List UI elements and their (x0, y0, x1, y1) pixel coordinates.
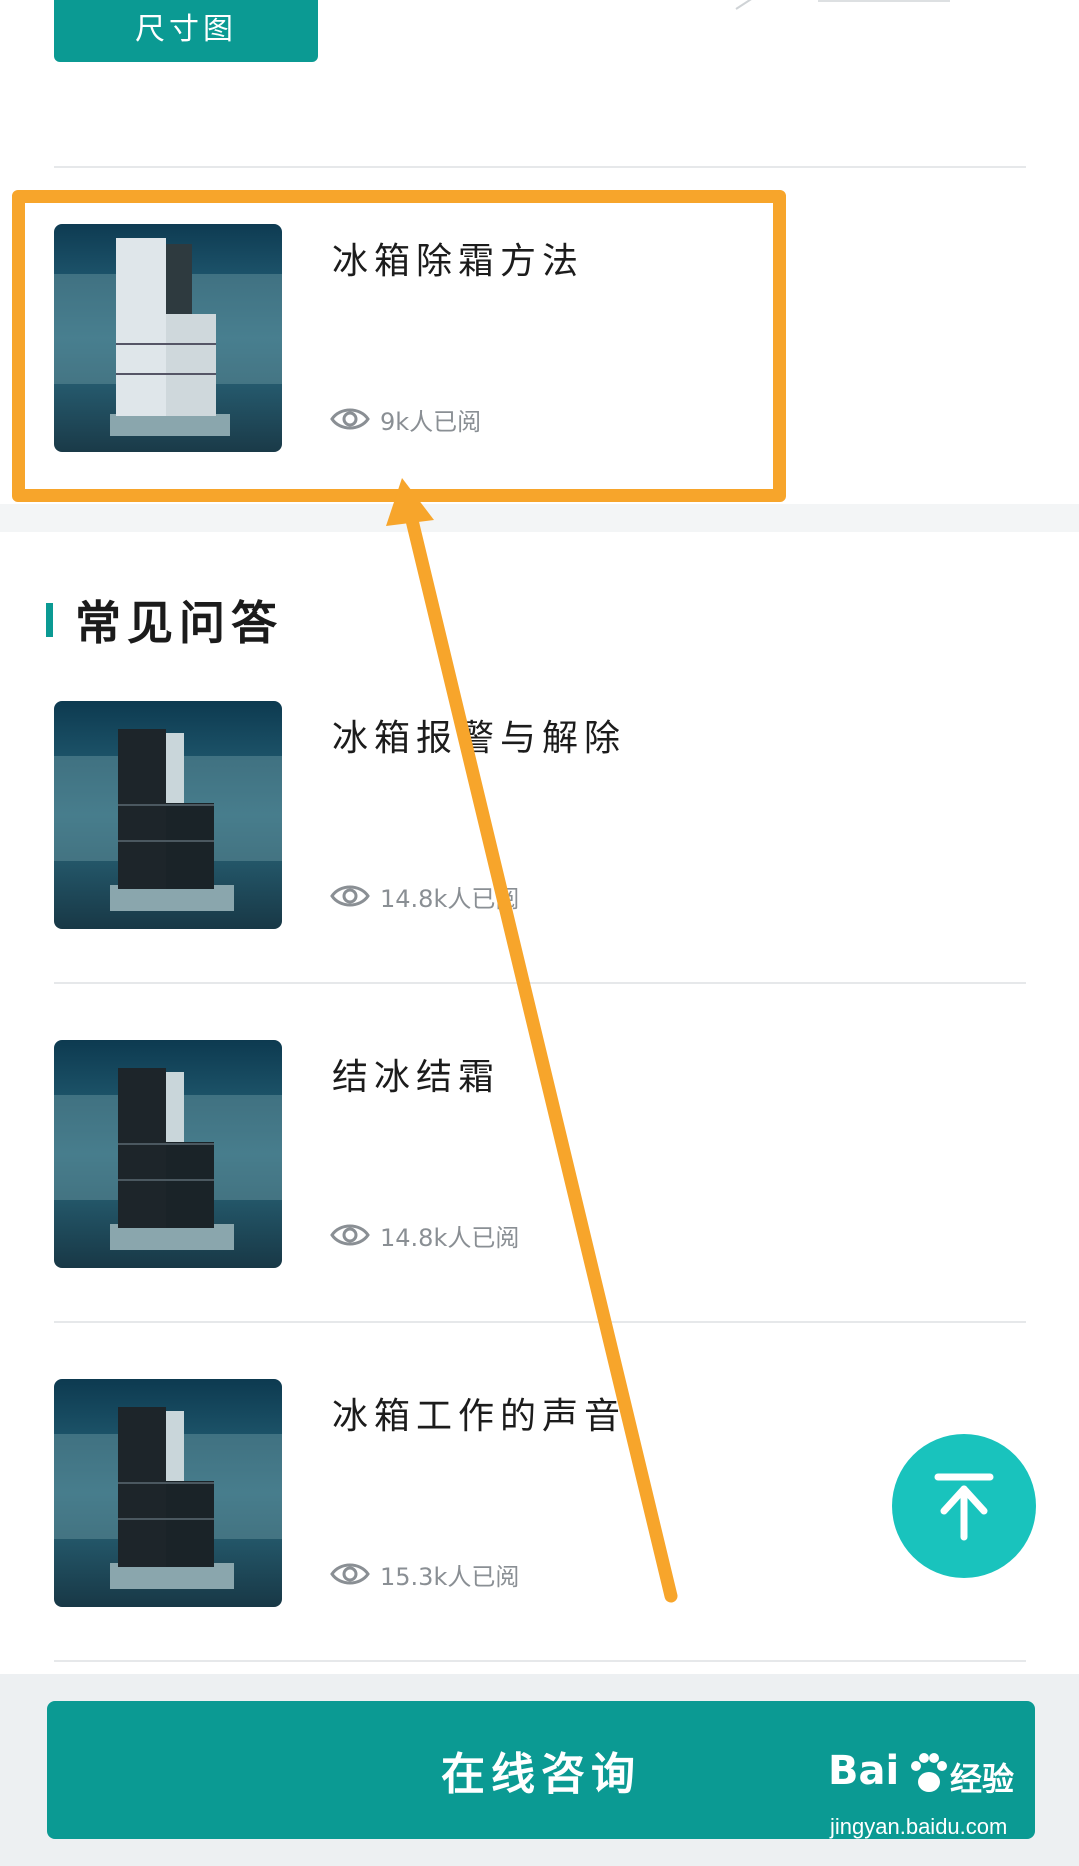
faq-item[interactable]: 冰箱报警与解除 14.8k人已阅 (54, 701, 1026, 929)
section-accent-bar (46, 603, 53, 637)
faq-item[interactable]: 冰箱工作的声音 15.3k人已阅 (54, 1379, 1026, 1607)
eye-icon (330, 408, 370, 430)
article-title: 冰箱除霜方法 (332, 241, 585, 282)
faq-item-title: 冰箱工作的声音 (332, 1396, 627, 1437)
view-count: 9k人已阅 (330, 402, 481, 436)
divider (54, 1660, 1026, 1662)
view-count-text: 14.8k人已阅 (380, 884, 520, 913)
eye-icon (330, 1563, 370, 1585)
fridge-thumbnail (54, 1040, 282, 1268)
divider (54, 982, 1026, 984)
decorative-line (735, 0, 786, 10)
eye-icon (330, 1224, 370, 1246)
baidu-jingyan-watermark: Bai 经验 jingyan.baidu.com (826, 1748, 1026, 1844)
watermark-brand: Bai (828, 1748, 900, 1794)
faq-item-title: 冰箱报警与解除 (332, 718, 627, 759)
back-to-top-button[interactable] (892, 1434, 1036, 1578)
divider (54, 166, 1026, 168)
view-count-text: 15.3k人已阅 (380, 1562, 520, 1591)
arrow-up-icon (934, 1473, 994, 1541)
featured-article-card[interactable]: 冰箱除霜方法 9k人已阅 (54, 224, 1026, 452)
decorative-line (818, 0, 950, 2)
section-title: 常见问答 (75, 596, 283, 650)
eye-icon (330, 885, 370, 907)
view-count: 15.3k人已阅 (330, 1557, 519, 1591)
section-header: 常见问答 (46, 590, 283, 650)
fridge-thumbnail (54, 1379, 282, 1607)
view-count: 14.8k人已阅 (330, 879, 519, 913)
view-count-text: 9k人已阅 (380, 407, 482, 436)
size-chart-button[interactable]: 尺寸图 (54, 0, 318, 62)
faq-item-title: 结冰结霜 (332, 1057, 501, 1098)
paw-icon (911, 1753, 947, 1792)
view-count-text: 14.8k人已阅 (380, 1223, 520, 1252)
divider (54, 1321, 1026, 1323)
faq-item[interactable]: 结冰结霜 14.8k人已阅 (54, 1040, 1026, 1268)
fridge-thumbnail (54, 224, 282, 452)
view-count: 14.8k人已阅 (330, 1218, 519, 1252)
watermark-brand-cn: 经验 (950, 1760, 1015, 1798)
section-separator (0, 504, 1079, 532)
fridge-thumbnail (54, 701, 282, 929)
watermark-url: jingyan.baidu.com (830, 1814, 1008, 1839)
